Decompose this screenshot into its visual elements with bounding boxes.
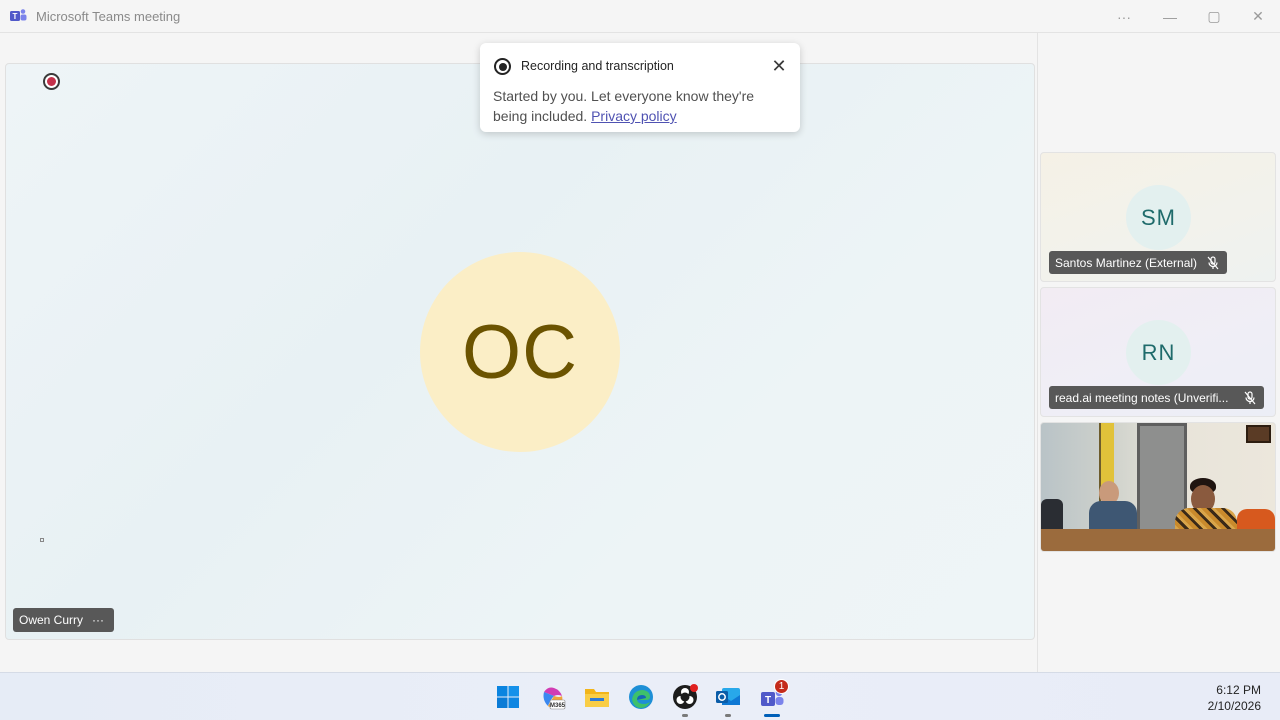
file-explorer-icon[interactable] (582, 682, 612, 712)
participant-avatar: SM (1126, 185, 1191, 250)
minimize-button[interactable]: — (1148, 0, 1192, 33)
participant-name-tag: read.ai meeting notes (Unverifi... (1049, 386, 1265, 409)
video-picture-frame (1246, 425, 1271, 443)
active-app-indicator (764, 714, 780, 717)
participant-name: Santos Martinez (External) (1055, 255, 1198, 270)
running-indicator (682, 714, 688, 717)
notification-badge: 1 (774, 679, 789, 694)
notification-body: Started by you. Let everyone know they'r… (493, 86, 783, 126)
participant-more-button[interactable]: ··· (92, 613, 104, 627)
clock-date: 2/10/2026 (1207, 699, 1261, 713)
svg-text:M365: M365 (550, 703, 566, 709)
participant-name-tag[interactable]: Owen Curry ··· (13, 608, 115, 632)
svg-text:T: T (765, 695, 771, 706)
participant-tile[interactable]: RN read.ai meeting notes (Unverifi... (1040, 287, 1276, 417)
participant-tile[interactable]: SM Santos Martinez (External) (1040, 152, 1276, 282)
participant-name: Owen Curry (19, 613, 84, 627)
privacy-policy-link[interactable]: Privacy policy (591, 108, 677, 124)
running-indicator (725, 714, 731, 717)
outlook-icon[interactable] (713, 682, 743, 712)
participant-video-tile[interactable] (1040, 422, 1276, 552)
participant-avatar: RN (1126, 320, 1191, 385)
maximize-button[interactable]: ▢ (1192, 0, 1236, 33)
video-table (1041, 529, 1275, 551)
close-icon[interactable]: ✕ (770, 57, 788, 75)
title-bar: T Microsoft Teams meeting ··· — ▢ ✕ (0, 0, 1280, 33)
teams-taskbar-icon[interactable]: T 1 (757, 679, 789, 712)
participant-avatar: OC (420, 252, 620, 452)
record-icon (43, 73, 60, 90)
windows-start-icon[interactable] (493, 682, 523, 712)
notification-title: Recording and transcription (521, 59, 674, 73)
mic-off-icon (1207, 255, 1219, 269)
obs-studio-icon[interactable] (670, 682, 700, 712)
microsoft-365-icon[interactable]: M365 (538, 682, 568, 712)
participant-name-tag: Santos Martinez (External) (1049, 251, 1228, 274)
svg-text:T: T (13, 12, 18, 21)
record-icon (494, 58, 511, 75)
more-options-button[interactable]: ··· (1102, 0, 1146, 33)
participant-name: read.ai meeting notes (Unverifi... (1055, 390, 1229, 405)
edge-browser-icon[interactable] (626, 682, 656, 712)
taskbar: M365 T 1 6:12 PM 2/10/2026 (0, 672, 1280, 720)
mouse-cursor (40, 538, 44, 542)
teams-app-icon: T (10, 9, 27, 21)
clock-time: 6:12 PM (1216, 683, 1261, 697)
main-participant-tile[interactable]: OC Owen Curry ··· (5, 63, 1035, 640)
mic-off-icon (1244, 390, 1256, 404)
close-window-button[interactable]: ✕ (1236, 0, 1280, 33)
participants-panel: SM Santos Martinez (External) RN read.ai… (1037, 33, 1280, 672)
window-title: Microsoft Teams meeting (36, 9, 181, 24)
recording-notification: Recording and transcription ✕ Started by… (480, 43, 800, 132)
system-clock[interactable]: 6:12 PM 2/10/2026 (1208, 682, 1261, 714)
